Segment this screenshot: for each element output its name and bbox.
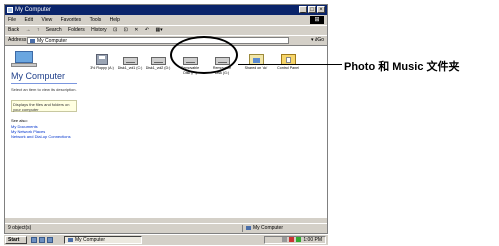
my-computer-icon xyxy=(7,7,13,13)
up-button[interactable]: ↑ xyxy=(37,27,40,33)
menu-bar: File Edit View Favorites Tools Help xyxy=(5,16,327,24)
network-share-item[interactable]: Shared on 'dc' xyxy=(243,54,269,71)
network-icon[interactable] xyxy=(282,237,288,243)
browser-icon[interactable] xyxy=(39,237,45,243)
menu-favorites[interactable]: Favorites xyxy=(61,17,82,23)
drive-icon xyxy=(122,57,138,65)
title-bar[interactable]: My Computer _ □ × xyxy=(5,5,327,15)
volume-icon[interactable] xyxy=(296,237,302,243)
content-area: My Computer Select an item to view its d… xyxy=(5,45,327,218)
drive-item[interactable]: Disk1_vol1 (C:) xyxy=(117,54,143,71)
item-label: 3½ Floppy (A:) xyxy=(90,66,114,70)
taskbar: Start My Computer 1:00 PM xyxy=(4,234,328,245)
minimize-button[interactable]: _ xyxy=(299,6,307,13)
status-location-text: My Computer xyxy=(253,225,284,231)
status-location: My Computer xyxy=(242,225,283,232)
task-label: My Computer xyxy=(75,237,106,243)
antivirus-icon[interactable] xyxy=(289,237,295,243)
control-panel-item[interactable]: Control Panel xyxy=(275,54,301,71)
back-button[interactable]: Back xyxy=(8,27,19,33)
see-also-label: See also: xyxy=(11,118,28,123)
status-bar: 9 object(s) My Computer xyxy=(5,223,327,233)
item-label: Disk1_vol2 (D:) xyxy=(145,66,171,70)
start-button[interactable]: Start xyxy=(5,236,27,244)
divider xyxy=(11,83,77,84)
explorer-icon[interactable] xyxy=(47,237,53,243)
pane-description: Select an item to view its description. xyxy=(11,87,77,92)
floppy-icon xyxy=(96,54,108,65)
folders-button[interactable]: Folders xyxy=(68,27,85,33)
desktop-icon[interactable] xyxy=(31,237,37,243)
highlight-circle xyxy=(170,36,238,74)
drive-item[interactable]: 3½ Floppy (A:) xyxy=(89,54,115,71)
callout-line xyxy=(238,64,342,65)
maximize-button[interactable]: □ xyxy=(308,6,316,13)
my-computer-icon xyxy=(68,237,73,242)
callout-label: Photo 和 Music 文件夹 xyxy=(344,61,460,73)
delete-button[interactable]: ✕ xyxy=(134,27,138,33)
forward-button[interactable]: → xyxy=(26,27,31,33)
search-button[interactable]: Search xyxy=(46,27,62,33)
history-button[interactable]: History xyxy=(91,27,107,33)
menu-help[interactable]: Help xyxy=(110,17,120,23)
address-input[interactable]: My Computer xyxy=(27,37,289,44)
menu-edit[interactable]: Edit xyxy=(24,17,33,23)
clock: 1:00 PM xyxy=(303,237,322,243)
pane-title: My Computer xyxy=(11,71,66,81)
copy-to-button[interactable]: ⊡ xyxy=(124,27,128,33)
views-button[interactable]: ▦▾ xyxy=(155,27,162,33)
my-computer-large-icon xyxy=(11,50,37,68)
undo-button[interactable]: ↶ xyxy=(145,27,149,33)
info-box: Displays the files and folders on your c… xyxy=(11,100,77,112)
move-to-button[interactable]: ⊡ xyxy=(113,27,117,33)
window-title: My Computer xyxy=(15,7,52,13)
left-pane: My Computer Select an item to view its d… xyxy=(5,46,79,218)
link-network-connections[interactable]: Network and Dial-up Connections xyxy=(11,134,71,139)
menu-view[interactable]: View xyxy=(41,17,52,23)
taskbar-my-computer[interactable]: My Computer xyxy=(64,236,142,244)
address-value: My Computer xyxy=(37,38,68,44)
close-button[interactable]: × xyxy=(317,6,325,13)
drive-icon xyxy=(150,57,166,65)
menu-file[interactable]: File xyxy=(8,17,16,23)
address-bar: Address My Computer ▾ ∂Go xyxy=(5,35,327,45)
menu-tools[interactable]: Tools xyxy=(90,17,102,23)
status-object-count: 9 object(s) xyxy=(8,225,32,231)
my-computer-icon xyxy=(30,38,35,43)
item-label: Control Panel xyxy=(277,66,299,70)
drive-item[interactable]: Disk1_vol2 (D:) xyxy=(145,54,171,71)
my-computer-icon xyxy=(246,225,251,230)
windows-logo-icon: ⊞ xyxy=(310,16,324,24)
system-tray: 1:00 PM xyxy=(264,236,326,244)
toolbar: Back → ↑ Search Folders History ⊡ ⊡ ✕ ↶ … xyxy=(5,25,327,35)
go-button[interactable]: ▾ ∂Go xyxy=(311,36,324,45)
address-label: Address xyxy=(8,37,27,43)
item-label: Disk1_vol1 (C:) xyxy=(117,66,143,70)
item-label: Shared on 'dc' xyxy=(244,66,268,70)
explorer-window: My Computer _ □ × File Edit View Favorites… xyxy=(4,4,328,234)
